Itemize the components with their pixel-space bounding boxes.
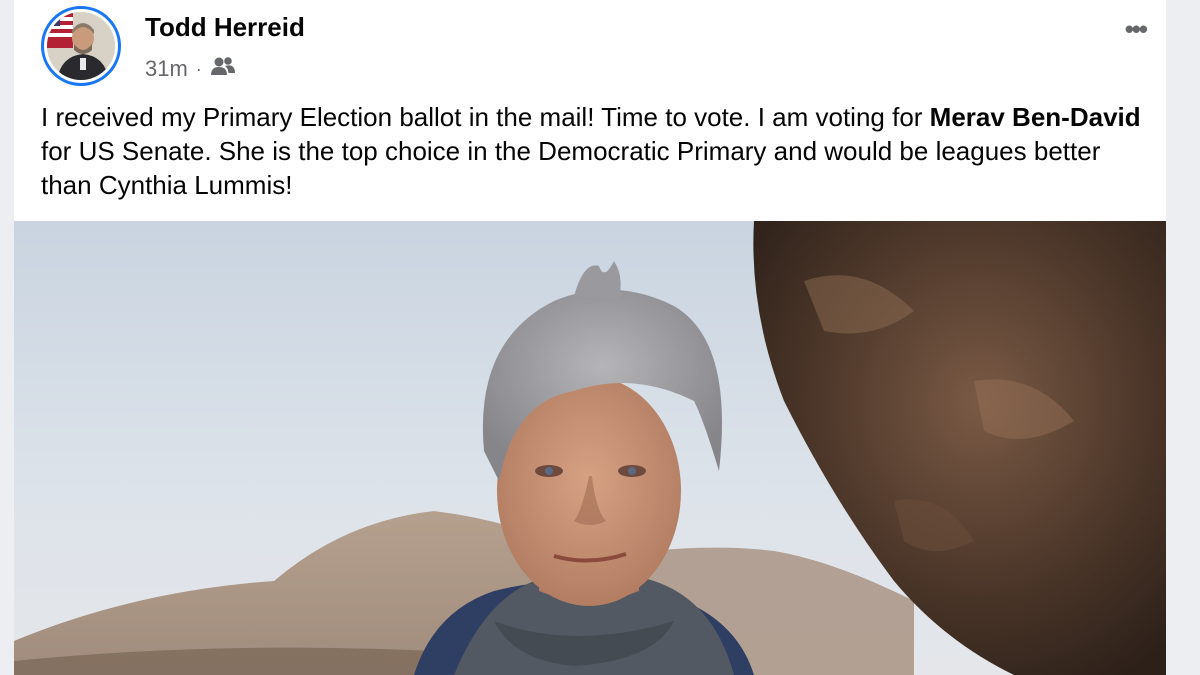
post-photo[interactable] (14, 221, 1166, 675)
friends-icon[interactable] (210, 56, 236, 82)
post-timestamp[interactable]: 31m (145, 56, 188, 82)
post-text-part2: for US Senate. She is the top choice in … (41, 136, 1101, 200)
post-text: I received my Primary Election ballot in… (41, 100, 1141, 202)
post-card: Todd Herreid 31m · ••• I received my Pri… (14, 0, 1166, 675)
avatar-image (47, 12, 115, 80)
avatar[interactable] (41, 6, 121, 86)
post-text-part1: I received my Primary Election ballot in… (41, 102, 930, 132)
more-options-icon[interactable]: ••• (1125, 14, 1148, 45)
post-text-bold-name: Merav Ben-David (929, 102, 1141, 132)
author-name[interactable]: Todd Herreid (145, 12, 305, 43)
meta-separator: · (195, 58, 202, 79)
post-meta: 31m · (145, 56, 236, 82)
